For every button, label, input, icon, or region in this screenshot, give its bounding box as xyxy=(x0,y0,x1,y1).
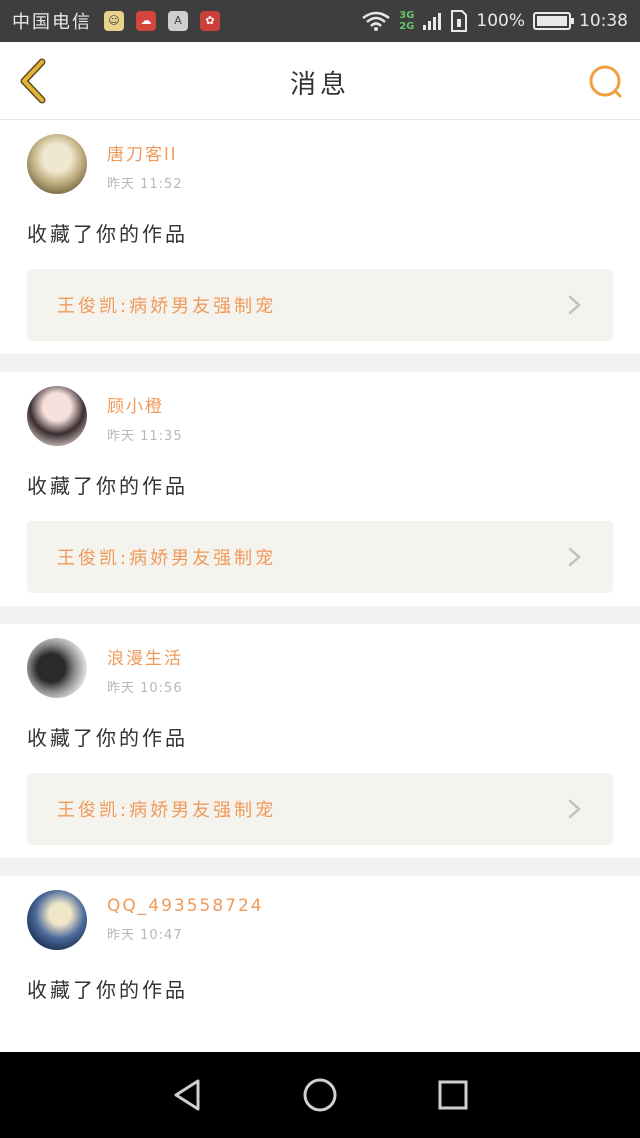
message-item: 浪漫生活 昨天 10:56 收藏了你的作品 王俊凯:病娇男友强制宠 xyxy=(0,624,640,858)
timestamp: 昨天 11:35 xyxy=(107,429,183,444)
message-list[interactable]: 唐刀客ll 昨天 11:52 收藏了你的作品 王俊凯:病娇男友强制宠 顾小橙 昨… xyxy=(0,120,640,1052)
page-title: 消息 xyxy=(289,70,350,100)
emoji-app-icon: ☺ xyxy=(104,11,124,31)
cloud-app-icon: ☁ xyxy=(136,11,156,31)
message-item: QQ_493558724 昨天 10:47 收藏了你的作品 xyxy=(0,876,640,1052)
wifi-icon xyxy=(362,11,390,31)
carrier-name: 中国电信 xyxy=(12,12,92,33)
signal-icon xyxy=(423,13,442,30)
circle-home-icon xyxy=(303,1078,337,1112)
nav-back-button[interactable] xyxy=(167,1075,207,1115)
status-bar: 中国电信 ☺ ☁ A ✿ 3G 2G 100% 10:38 xyxy=(0,0,640,42)
work-link[interactable]: 王俊凯:病娇男友强制宠 xyxy=(27,269,613,341)
notification-icons: ☺ ☁ A ✿ xyxy=(104,11,220,31)
action-text: 收藏了你的作品 xyxy=(27,474,188,498)
a-app-icon: A xyxy=(168,11,188,31)
network-type: 3G 2G xyxy=(399,10,414,32)
square-recents-icon xyxy=(438,1080,468,1110)
huawei-app-icon: ✿ xyxy=(200,11,220,31)
work-title: 王俊凯:病娇男友强制宠 xyxy=(57,800,277,821)
work-link[interactable]: 王俊凯:病娇男友强制宠 xyxy=(27,521,613,593)
sim-icon xyxy=(451,10,468,32)
timestamp: 昨天 11:52 xyxy=(107,177,183,192)
work-title: 王俊凯:病娇男友强制宠 xyxy=(57,548,277,569)
avatar[interactable] xyxy=(27,134,87,194)
status-right: 3G 2G 100% 10:38 xyxy=(361,9,628,33)
search-button[interactable] xyxy=(586,62,626,102)
system-nav-bar xyxy=(0,1052,640,1138)
app-header: 消息 xyxy=(0,42,640,120)
action-text: 收藏了你的作品 xyxy=(27,222,188,246)
work-link[interactable]: 王俊凯:病娇男友强制宠 xyxy=(27,773,613,845)
clock: 10:38 xyxy=(579,11,628,31)
network-type-top: 3G xyxy=(399,10,415,21)
avatar[interactable] xyxy=(27,638,87,698)
message-item: 顾小橙 昨天 11:35 收藏了你的作品 王俊凯:病娇男友强制宠 xyxy=(0,372,640,606)
work-title: 王俊凯:病娇男友强制宠 xyxy=(57,296,277,317)
chevron-right-icon xyxy=(568,295,581,315)
avatar[interactable] xyxy=(27,386,87,446)
divider xyxy=(0,606,640,624)
chevron-right-icon xyxy=(568,799,581,819)
timestamp: 昨天 10:47 xyxy=(107,928,183,943)
timestamp: 昨天 10:56 xyxy=(107,681,183,696)
action-text: 收藏了你的作品 xyxy=(27,726,188,750)
chevron-right-icon xyxy=(568,547,581,567)
username[interactable]: QQ_493558724 xyxy=(107,896,264,916)
username[interactable]: 顾小橙 xyxy=(107,392,183,417)
battery-percent: 100% xyxy=(476,11,525,31)
network-type-bottom: 2G xyxy=(399,21,415,32)
username[interactable]: 浪漫生活 xyxy=(107,644,183,669)
battery-icon xyxy=(533,12,574,30)
divider xyxy=(0,354,640,372)
nav-home-button[interactable] xyxy=(300,1075,340,1115)
action-text: 收藏了你的作品 xyxy=(27,978,188,1002)
avatar[interactable] xyxy=(27,890,87,950)
triangle-back-icon xyxy=(174,1079,200,1111)
search-icon xyxy=(589,65,622,98)
username[interactable]: 唐刀客ll xyxy=(107,140,183,165)
message-item: 唐刀客ll 昨天 11:52 收藏了你的作品 王俊凯:病娇男友强制宠 xyxy=(0,120,640,354)
nav-recents-button[interactable] xyxy=(433,1075,473,1115)
divider xyxy=(0,858,640,876)
